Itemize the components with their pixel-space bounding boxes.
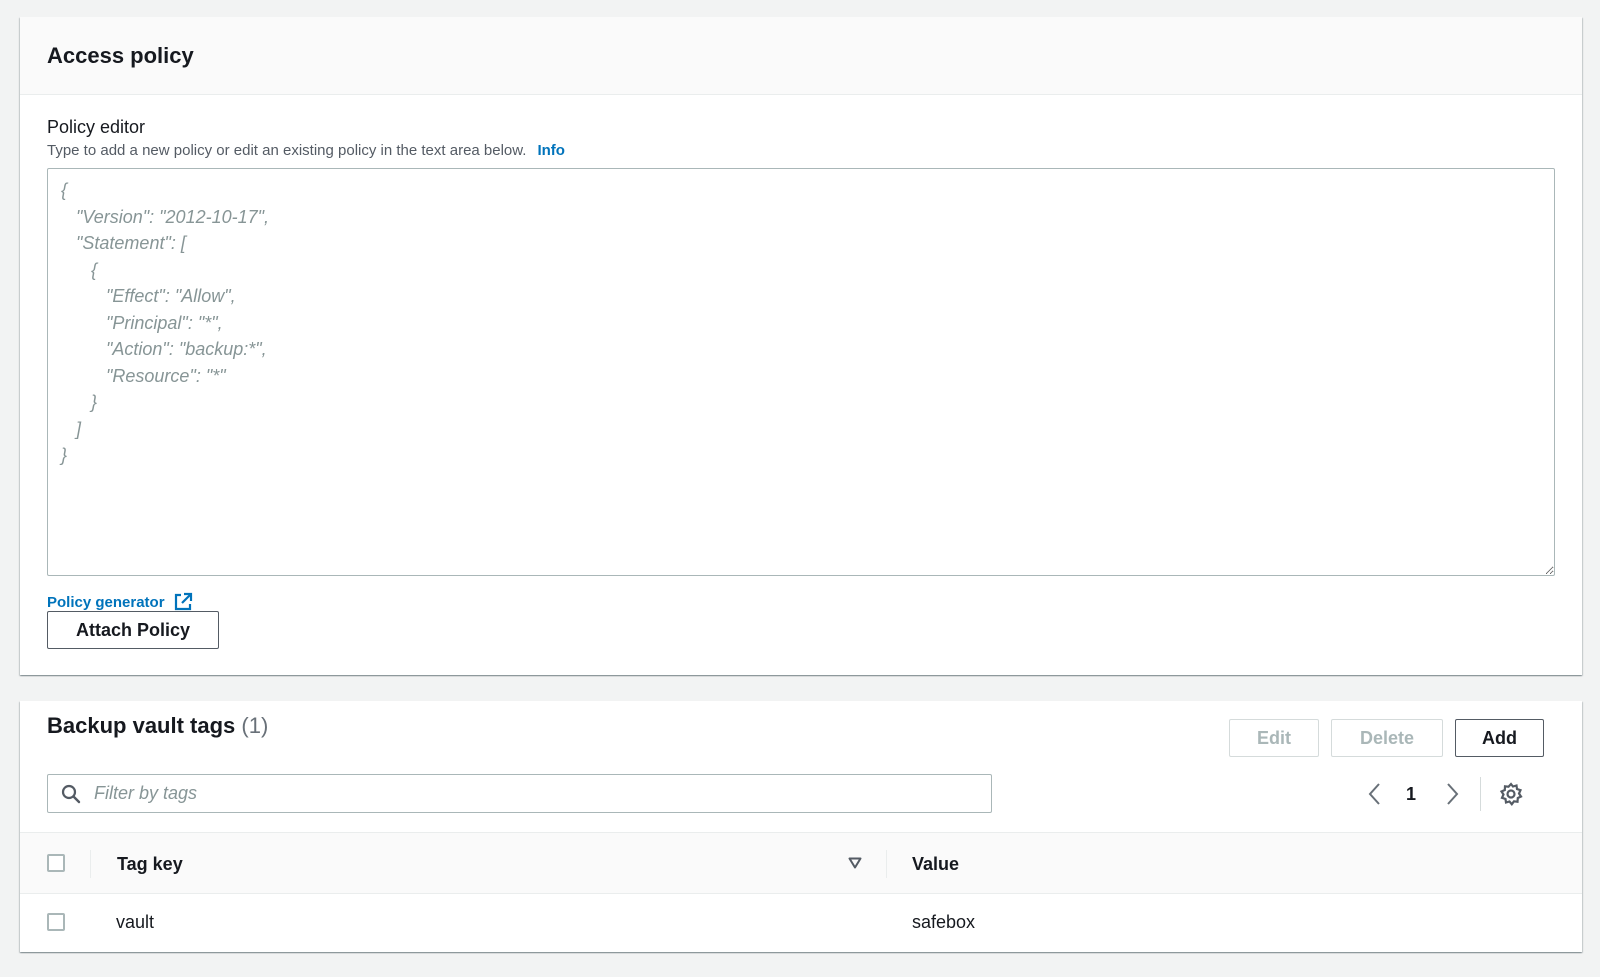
tags-table-header: Tag key Value [20, 832, 1582, 894]
table-settings-button[interactable] [1498, 779, 1524, 809]
policy-generator: Policy generator [47, 592, 193, 612]
tag-key-cell: vault [116, 912, 155, 932]
previous-page-button[interactable] [1365, 779, 1385, 809]
sort-down-icon[interactable] [848, 857, 862, 869]
attach-policy-button[interactable]: Attach Policy [47, 611, 219, 649]
policy-editor-description: Type to add a new policy or edit an exis… [47, 141, 565, 161]
column-header-tag-key[interactable]: Tag key [117, 853, 183, 875]
policy-editor-textarea[interactable] [47, 168, 1555, 576]
chevron-left-icon [1368, 783, 1380, 805]
delete-button[interactable]: Delete [1331, 719, 1443, 757]
chevron-right-icon [1447, 783, 1459, 805]
tags-title-text: Backup vault tags [47, 713, 236, 738]
gear-icon [1499, 782, 1523, 806]
tag-value-cell: safebox [912, 912, 976, 932]
pager-divider [1480, 777, 1481, 811]
access-policy-title: Access policy [47, 43, 194, 68]
filter-tags-input[interactable] [92, 775, 982, 812]
search-icon [61, 784, 81, 804]
add-button[interactable]: Add [1455, 719, 1544, 757]
policy-editor-description-text: Type to add a new policy or edit an exis… [47, 142, 527, 159]
page-number[interactable]: 1 [1406, 779, 1416, 809]
access-policy-panel: Access policy Policy editor Type to add … [20, 17, 1582, 675]
column-header-value: Value [912, 854, 960, 874]
backup-vault-tags-panel: Backup vault tags (1) Edit Delete Add 1 [20, 701, 1582, 952]
edit-button[interactable]: Edit [1229, 719, 1319, 757]
filter-box [47, 774, 992, 813]
table-row: vault safebox [20, 894, 1582, 950]
policy-generator-link[interactable]: Policy generator [47, 594, 165, 611]
row-checkbox[interactable] [47, 913, 65, 931]
backup-vault-tags-title: Backup vault tags (1) [47, 712, 268, 740]
column-separator [886, 850, 887, 878]
next-page-button[interactable] [1442, 779, 1462, 809]
info-link[interactable]: Info [537, 142, 565, 159]
external-link-icon[interactable] [173, 592, 193, 612]
access-policy-header: Access policy [20, 17, 1582, 95]
tags-count: (1) [241, 713, 269, 738]
policy-editor-label: Policy editor [47, 117, 146, 137]
select-all-checkbox[interactable] [47, 854, 65, 872]
column-separator [90, 850, 91, 878]
